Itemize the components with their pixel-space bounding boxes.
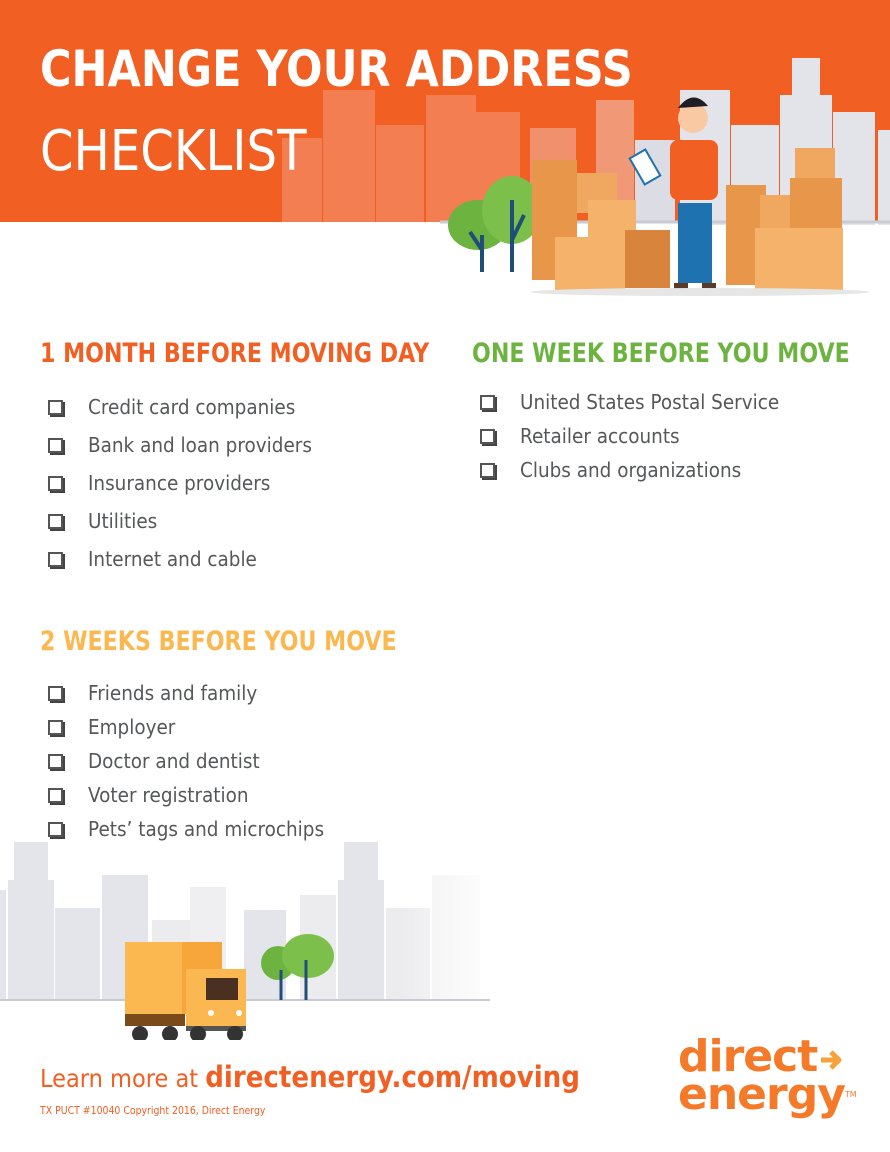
title-line-2: CHECKLIST	[40, 119, 307, 184]
checkbox-icon[interactable]	[48, 513, 63, 529]
checkbox-icon[interactable]	[48, 719, 63, 735]
checkbox-icon[interactable]	[48, 753, 63, 769]
checkbox-icon[interactable]	[48, 551, 63, 567]
list-item: Clubs and organizations	[480, 453, 802, 487]
item-label: Utilities	[88, 509, 158, 533]
copyright-text: TX PUCT #10040 Copyright 2016, Direct En…	[40, 1104, 266, 1117]
list-item: Pets’ tags and microchips	[48, 812, 345, 846]
section-heading-one-week: ONE WEEK BEFORE YOU MOVE	[472, 338, 850, 369]
learn-more-prefix: Learn more at	[40, 1064, 206, 1093]
section-heading-2-weeks: 2 WEEKS BEFORE YOU MOVE	[40, 626, 397, 657]
checkbox-icon[interactable]	[480, 428, 495, 444]
logo-line-2: energyTM	[678, 1069, 857, 1120]
list-item: Doctor and dentist	[48, 744, 345, 778]
item-label: Retailer accounts	[520, 424, 680, 448]
item-label: Internet and cable	[88, 547, 257, 571]
item-label: Bank and loan providers	[88, 433, 312, 457]
list-item: Retailer accounts	[480, 419, 802, 453]
checkbox-icon[interactable]	[480, 394, 495, 410]
item-label: Doctor and dentist	[88, 749, 260, 773]
checkbox-icon[interactable]	[48, 399, 63, 415]
item-label: Insurance providers	[88, 471, 271, 495]
item-label: United States Postal Service	[520, 390, 780, 414]
checklist-2-weeks: Friends and family Employer Doctor and d…	[48, 676, 345, 846]
list-item: United States Postal Service	[480, 385, 802, 419]
learn-more-link[interactable]: directenergy.com/moving	[205, 1060, 580, 1094]
list-item: Friends and family	[48, 676, 345, 710]
list-item: Bank and loan providers	[48, 426, 331, 464]
title-line-1: CHANGE YOUR ADDRESS	[40, 40, 633, 98]
item-label: Credit card companies	[88, 395, 296, 419]
checkbox-icon[interactable]	[480, 462, 495, 478]
arrow-right-icon	[821, 1050, 842, 1070]
checkbox-icon[interactable]	[48, 787, 63, 803]
list-item: Credit card companies	[48, 388, 331, 426]
trademark: TM	[844, 1090, 857, 1099]
item-label: Friends and family	[88, 681, 258, 705]
list-item: Internet and cable	[48, 540, 331, 578]
footer-illustration	[0, 830, 500, 1040]
item-label: Voter registration	[88, 783, 249, 807]
checkbox-icon[interactable]	[48, 821, 63, 837]
section-heading-1-month: 1 MONTH BEFORE MOVING DAY	[40, 338, 430, 369]
item-label: Pets’ tags and microchips	[88, 817, 325, 841]
checklist-1-month: Credit card companies Bank and loan prov…	[48, 388, 331, 578]
item-label: Employer	[88, 715, 176, 739]
list-item: Utilities	[48, 502, 331, 540]
item-label: Clubs and organizations	[520, 458, 742, 482]
checkbox-icon[interactable]	[48, 475, 63, 491]
checkbox-icon[interactable]	[48, 685, 63, 701]
learn-more-text: Learn more at directenergy.com/moving	[40, 1060, 580, 1094]
checklist-one-week: United States Postal Service Retailer ac…	[480, 385, 802, 487]
list-item: Insurance providers	[48, 464, 331, 502]
list-item: Voter registration	[48, 778, 345, 812]
checkbox-icon[interactable]	[48, 437, 63, 453]
direct-energy-logo: direct energyTM	[678, 1035, 857, 1120]
list-item: Employer	[48, 710, 345, 744]
